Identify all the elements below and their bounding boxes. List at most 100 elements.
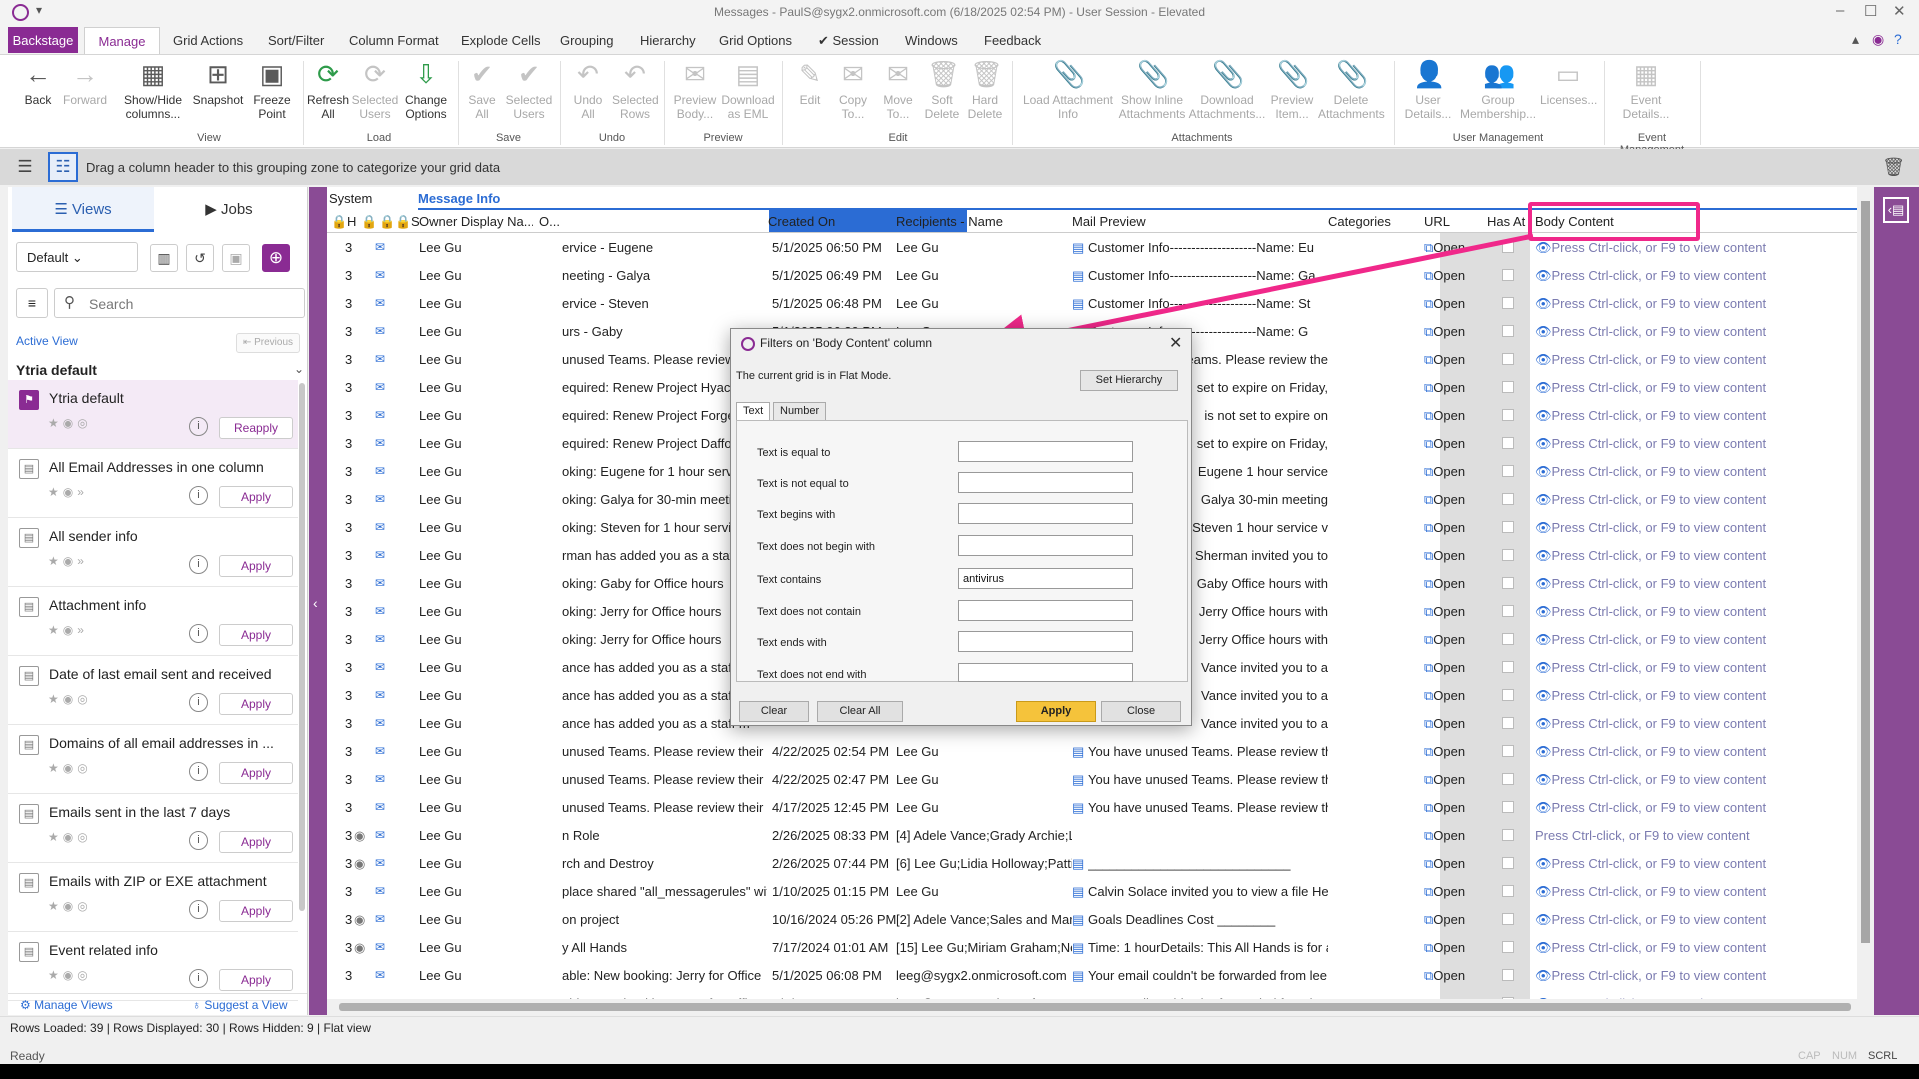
body-content-cell[interactable]: 👁Press Ctrl-click, or F9 to view content — [1535, 240, 1855, 256]
tab-grouping[interactable]: Grouping — [560, 30, 613, 51]
url-open-link[interactable]: ⧉Open — [1424, 436, 1465, 452]
body-content-cell[interactable]: 👁Press Ctrl-click, or F9 to view content — [1535, 940, 1855, 956]
body-content-cell[interactable]: 👁Press Ctrl-click, or F9 to view content — [1535, 576, 1855, 592]
url-open-link[interactable]: ⧉Open — [1424, 324, 1465, 340]
has-attachment-checkbox[interactable] — [1502, 605, 1514, 620]
filter-icon[interactable]: ≡ — [16, 288, 48, 318]
body-content-cell[interactable]: 👁Press Ctrl-click, or F9 to view content — [1535, 716, 1855, 732]
has-attachment-checkbox[interactable] — [1502, 521, 1514, 536]
table-row[interactable]: 3 ✉ Lee Gu neeting - Galya 5/1/2025 06:49 PM… — [327, 261, 1857, 289]
url-open-link[interactable]: ⧉Open — [1424, 716, 1465, 732]
close-icon[interactable]: ✕ — [1169, 333, 1182, 353]
show-inline-attachments-button[interactable]: 📎 Show Inline Attachments — [1118, 59, 1186, 121]
close-window-icon[interactable]: ✕ — [1893, 2, 1906, 20]
info-icon[interactable]: i — [189, 555, 208, 574]
refresh-selected-users-button[interactable]: ⟳ Selected Users — [350, 59, 400, 121]
has-attachment-checkbox[interactable] — [1502, 297, 1514, 312]
view-card[interactable]: ▤ All sender info ★◉» i Apply — [8, 518, 298, 587]
apply-view-button[interactable]: Apply — [219, 555, 293, 577]
text-not-begin-input[interactable] — [958, 535, 1133, 556]
url-open-link[interactable]: ⧉Open — [1424, 296, 1465, 312]
tab-explode-cells[interactable]: Explode Cells — [461, 30, 541, 51]
back-button[interactable]: ← Back — [20, 59, 56, 107]
col-header-h[interactable]: H — [347, 214, 356, 229]
group-membership-button[interactable]: 👥 Group Membership... — [1460, 59, 1536, 121]
url-open-link[interactable]: ⧉Open — [1424, 408, 1465, 424]
soft-delete-button[interactable]: 🗑 Soft Delete — [922, 59, 962, 121]
apply-view-button[interactable]: Apply — [219, 693, 293, 715]
user-details-button[interactable]: 👤 User Details... — [1400, 59, 1456, 121]
minimize-icon[interactable]: – — [1836, 2, 1844, 19]
suggest-view-link[interactable]: ♁ Suggest a View — [192, 998, 288, 1012]
columns-view-icon[interactable]: ▥ — [150, 244, 178, 272]
band-system[interactable]: System — [329, 191, 372, 206]
body-content-cell[interactable]: 👁Press Ctrl-click, or F9 to view content — [1535, 688, 1855, 704]
url-open-link[interactable]: ⧉Open — [1424, 912, 1465, 928]
has-attachment-checkbox[interactable] — [1502, 773, 1514, 788]
has-attachment-checkbox[interactable] — [1502, 409, 1514, 424]
previous-button[interactable]: ⇤ Previous — [236, 333, 300, 353]
tab-grid-actions[interactable]: Grid Actions — [173, 30, 243, 51]
has-attachment-checkbox[interactable] — [1502, 801, 1514, 816]
has-attachment-checkbox[interactable] — [1502, 829, 1514, 844]
table-row[interactable]: 3 ◉ ✉ Lee Gu y All Hands 7/17/2024 01:01 AM [1… — [327, 933, 1857, 961]
apply-button[interactable]: Apply — [1016, 701, 1096, 722]
table-row[interactable]: 3 ✉ Lee Gu unused Teams. Please review thei… — [327, 793, 1857, 821]
info-icon[interactable]: i — [189, 693, 208, 712]
tab-session[interactable]: ✔ Session — [818, 30, 879, 52]
show-hide-columns-button[interactable]: ▦ Show/Hide columns... — [118, 59, 188, 121]
info-icon[interactable]: i — [189, 900, 208, 919]
collapse-ribbon-icon[interactable]: ▴ — [1852, 31, 1859, 48]
has-attachment-checkbox[interactable] — [1502, 885, 1514, 900]
has-attachment-checkbox[interactable] — [1502, 437, 1514, 452]
body-content-cell[interactable]: 👁Press Ctrl-click, or F9 to view content — [1535, 352, 1855, 368]
close-button[interactable]: Close — [1101, 701, 1181, 722]
undo-selected-rows-button[interactable]: ↶ Selected Rows — [612, 59, 659, 121]
apply-view-button[interactable]: Apply — [219, 969, 293, 991]
tab-text[interactable]: Text — [736, 402, 771, 420]
url-open-link[interactable]: ⧉Open — [1424, 772, 1465, 788]
has-attachment-checkbox[interactable] — [1502, 913, 1514, 928]
tab-jobs[interactable]: ▶ Jobs — [158, 187, 300, 232]
view-card[interactable]: ⚑ Ytria default ★◉◎ i Reapply — [8, 380, 298, 449]
body-content-cell[interactable]: 👁Press Ctrl-click, or F9 to view content — [1535, 380, 1855, 396]
has-attachment-checkbox[interactable] — [1502, 549, 1514, 564]
body-content-cell[interactable]: 👁Press Ctrl-click, or F9 to view content — [1535, 912, 1855, 928]
has-attachment-checkbox[interactable] — [1502, 857, 1514, 872]
url-open-link[interactable]: ⧉Open — [1424, 968, 1465, 984]
url-open-link[interactable]: ⧉Open — [1424, 380, 1465, 396]
body-content-cell[interactable]: 👁Press Ctrl-click, or F9 to view content — [1535, 772, 1855, 788]
table-row[interactable]: 3 ◉ ✉ Lee Gu n Role 2/26/2025 08:33 PM [4] Ade… — [327, 821, 1857, 849]
col-header-has-attachments[interactable]: Has At — [1487, 214, 1529, 229]
save-selected-users-button[interactable]: ✔ Selected Users — [503, 59, 555, 121]
set-hierarchy-button[interactable]: Set Hierarchy — [1080, 370, 1178, 391]
tab-column-format[interactable]: Column Format — [349, 30, 439, 51]
col-header-owner[interactable]: Owner Display Na... — [419, 214, 533, 229]
url-open-link[interactable]: ⧉Open — [1424, 884, 1465, 900]
url-open-link[interactable]: ⧉Open — [1424, 660, 1465, 676]
reapply-button[interactable]: Reapply — [219, 417, 293, 439]
scroll-thumb[interactable] — [1861, 201, 1870, 943]
text-contains-input[interactable]: antivirus — [958, 568, 1133, 589]
has-attachment-checkbox[interactable] — [1502, 717, 1514, 732]
col-header-categories[interactable]: Categories — [1328, 214, 1391, 229]
tab-manage[interactable]: Manage — [84, 27, 160, 54]
has-attachment-checkbox[interactable] — [1502, 941, 1514, 956]
col-header-created-on[interactable]: Created On — [768, 214, 835, 229]
download-attachments-button[interactable]: 📎 Download Attachments... — [1188, 59, 1266, 121]
info-icon[interactable]: i — [189, 417, 208, 436]
has-attachment-checkbox[interactable] — [1502, 689, 1514, 704]
url-open-link[interactable]: ⧉Open — [1424, 828, 1465, 844]
table-row[interactable]: 3 ✉ Lee Gu unused Teams. Please review thei… — [327, 737, 1857, 765]
table-row[interactable]: 3 ◉ ✉ Lee Gu rch and Destroy 2/26/2025 07:44 … — [327, 849, 1857, 877]
grid-horizontal-scrollbar[interactable] — [327, 999, 1857, 1015]
table-row[interactable]: 3 ✉ Lee Gu place shared "all_messagerules" … — [327, 877, 1857, 905]
table-row[interactable]: 3 ✉ Lee Gu able: New booking: Jerry for Off… — [327, 961, 1857, 989]
body-content-cell[interactable]: 👁Press Ctrl-click, or F9 to view content — [1535, 744, 1855, 760]
table-row[interactable]: 3 ◉ ✉ Lee Gu on project 10/16/2024 05:26 PM [2… — [327, 905, 1857, 933]
has-attachment-checkbox[interactable] — [1502, 493, 1514, 508]
body-content-cell[interactable]: 👁Press Ctrl-click, or F9 to view content — [1535, 324, 1855, 340]
tab-sort-filter[interactable]: Sort/Filter — [268, 30, 324, 51]
url-open-link[interactable]: ⧉Open — [1424, 464, 1465, 480]
body-content-cell[interactable]: 👁Press Ctrl-click, or F9 to view content — [1535, 604, 1855, 620]
